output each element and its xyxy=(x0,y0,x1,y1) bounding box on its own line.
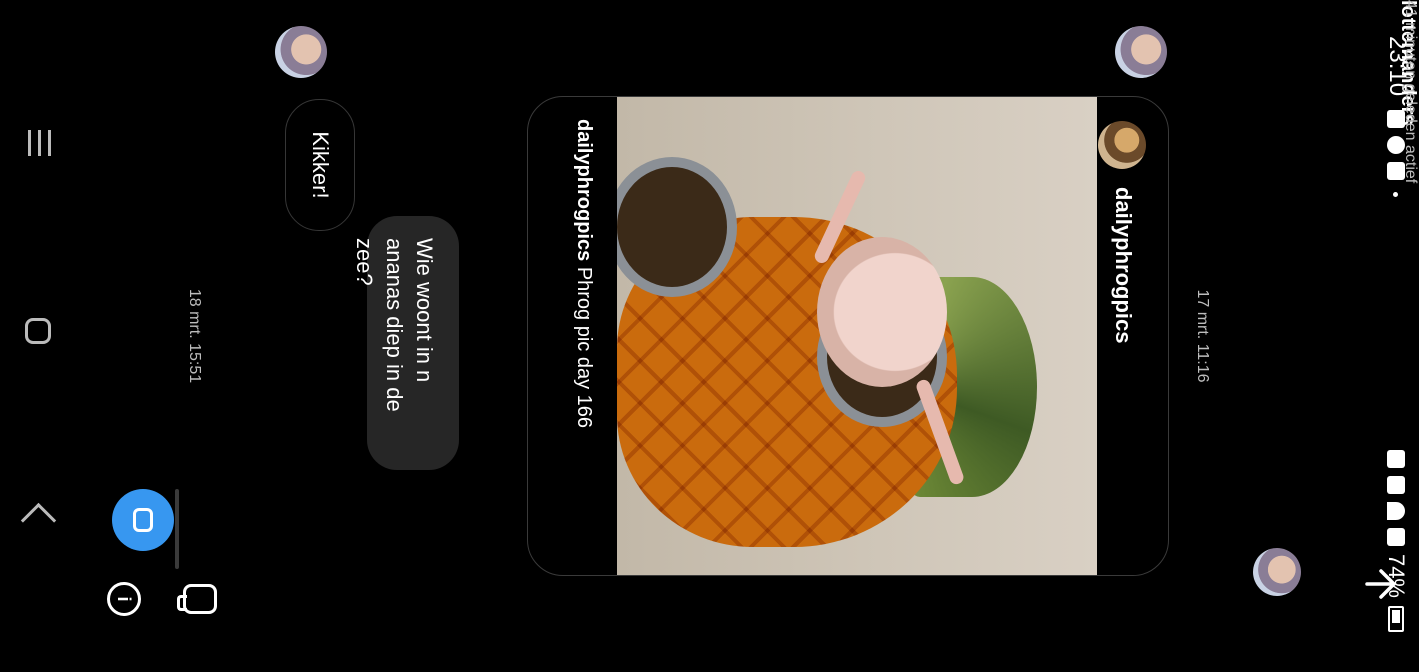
caption-text: Phrog pic day 166 xyxy=(573,266,595,429)
shared-post-card[interactable]: dailyphrogpics dailyphrogpics Phrog pic … xyxy=(527,96,1169,576)
caption-username: dailyphrogpics xyxy=(573,119,595,262)
signal-icon xyxy=(1387,527,1405,546)
post-caption: dailyphrogpics Phrog pic day 166 xyxy=(570,119,598,428)
post-image[interactable] xyxy=(617,97,1097,575)
received-message-bubble[interactable]: Kikker! xyxy=(285,99,355,231)
nfc-icon xyxy=(1387,449,1405,468)
battery-icon xyxy=(1388,606,1404,632)
message-timestamp: 17 mrt. 11:16 xyxy=(1194,289,1211,383)
more-notifications-dot-icon xyxy=(1393,192,1399,197)
system-status-icons: 74% xyxy=(1383,449,1409,632)
contact-avatar[interactable] xyxy=(1253,548,1301,596)
frog xyxy=(817,237,947,387)
wifi-icon xyxy=(1387,501,1405,520)
sender-avatar[interactable] xyxy=(1115,26,1167,78)
camera-icon[interactable] xyxy=(112,489,174,551)
post-header[interactable]: dailyphrogpics xyxy=(1097,97,1168,575)
chat-screen: 23:10 74% lottemanders 41 minuten gelede… xyxy=(0,0,1419,672)
home-icon[interactable] xyxy=(25,318,51,344)
mute-icon xyxy=(1387,475,1405,494)
sender-avatar[interactable] xyxy=(275,26,327,78)
post-author-avatar xyxy=(1098,121,1146,169)
system-navigation-bar xyxy=(0,0,71,672)
info-icon[interactable]: i xyxy=(107,582,141,616)
sent-message-bubble[interactable]: Wie woont in n ananas diep in de zee? xyxy=(352,216,459,470)
arrow-up-icon[interactable] xyxy=(1363,566,1399,602)
active-status: 41 minuten geleden actief xyxy=(1402,0,1419,184)
recent-apps-icon[interactable] xyxy=(27,130,51,156)
message-timestamp: 18 mrt. 15:51 xyxy=(186,288,203,384)
post-author-username: dailyphrogpics xyxy=(1111,187,1136,344)
message-composer xyxy=(175,489,179,569)
back-icon[interactable] xyxy=(20,502,57,539)
